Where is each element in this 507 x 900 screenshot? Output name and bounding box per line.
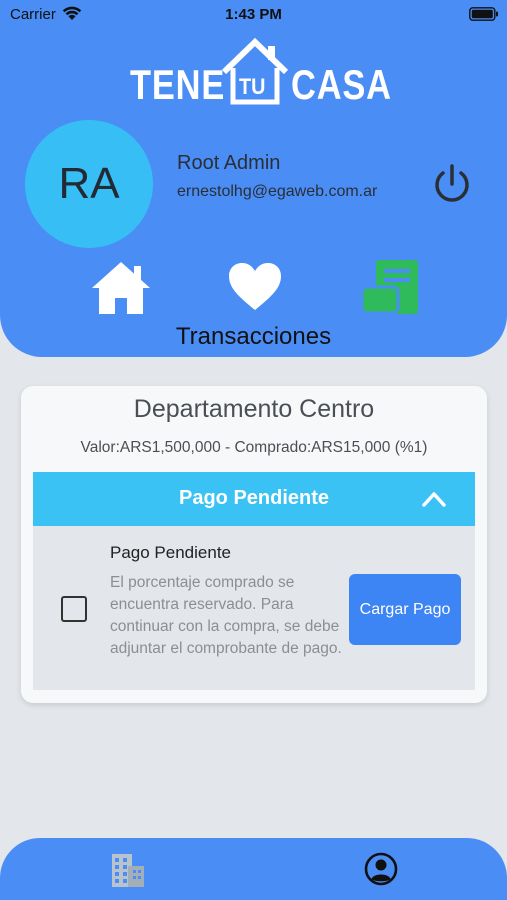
payment-accordion-header[interactable]: Pago Pendiente	[33, 472, 475, 526]
payment-item-title: Pago Pendiente	[110, 543, 231, 562]
section-title: Transacciones	[175, 323, 332, 350]
status-time: 1:43 PM	[225, 6, 282, 23]
payment-checkbox[interactable]	[61, 596, 87, 622]
logo-word-tene: TENE	[130, 61, 226, 108]
logo-word-tu: TU	[239, 74, 266, 99]
property-summary: Valor:ARS1,500,000 - Comprado:ARS15,000 …	[80, 439, 428, 456]
payment-accordion-body: Pago Pendiente El porcentaje comprado se…	[33, 526, 475, 690]
chevron-up-icon[interactable]	[421, 487, 447, 511]
accordion-title: Pago Pendiente	[178, 487, 330, 509]
bottom-tab-bar	[0, 838, 507, 900]
transaction-card: Departamento Centro Valor:ARS1,500,000 -…	[21, 386, 487, 703]
upload-payment-button[interactable]: Cargar Pago	[349, 574, 461, 645]
status-bar: Carrier 1:43 PM	[0, 0, 507, 28]
avatar-initials: RA	[58, 159, 120, 208]
property-name: Departamento Centro	[133, 395, 375, 423]
brand-logo: TENE TU CASA	[128, 36, 391, 108]
heart-icon[interactable]	[228, 262, 282, 312]
power-icon[interactable]	[430, 162, 474, 206]
logo-word-casa: CASA	[291, 61, 392, 108]
avatar[interactable]: RA	[25, 120, 153, 248]
payment-item-description: El porcentaje comprado se encuentra rese…	[110, 574, 342, 657]
user-name: Root Admin	[177, 152, 281, 174]
house-icon[interactable]	[90, 260, 152, 316]
profile-icon[interactable]	[364, 852, 398, 886]
building-icon[interactable]	[110, 852, 146, 888]
money-icon[interactable]	[360, 259, 420, 315]
battery-icon	[469, 7, 498, 21]
user-email: ernestolhg@egaweb.com.ar	[177, 183, 378, 200]
